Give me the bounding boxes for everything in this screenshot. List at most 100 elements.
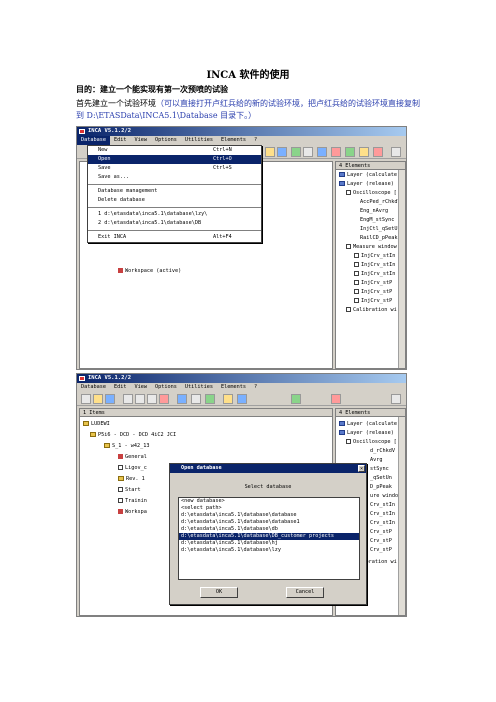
workspace-row[interactable]: Workspace (active)	[118, 268, 181, 275]
menu-database[interactable]: Database	[77, 136, 110, 145]
element-row[interactable]: InjCrv_stP	[354, 289, 392, 296]
element-row[interactable]: _qSetUn	[370, 475, 392, 482]
tree-row[interactable]: Start	[118, 487, 141, 494]
database-list-item[interactable]: d:\etasdata\inca5.1\database\database1	[179, 519, 359, 526]
open-folder-icon[interactable]	[93, 394, 103, 404]
menu-item-exit[interactable]: Exit INCA Alt+F4	[88, 233, 261, 242]
element-row[interactable]: AccPed_rChkdV	[360, 199, 401, 206]
element-row[interactable]: D_pPeak	[370, 484, 392, 491]
menu-item-open[interactable]: Open Ctrl+O	[88, 155, 261, 164]
element-row[interactable]: InjCrv_stIn	[354, 253, 395, 260]
database-list-item[interactable]: d:\etasdata\inca5.1\database\hj	[179, 540, 359, 547]
toolbar-icon[interactable]	[359, 147, 369, 157]
element-row[interactable]: InjCrv_stIn	[354, 271, 395, 278]
menu-item-new[interactable]: New Ctrl+N	[88, 146, 261, 155]
toolbar-icon[interactable]	[191, 394, 201, 404]
toolbar-icon[interactable]	[265, 147, 275, 157]
menu-item-save-as[interactable]: Save as...	[88, 173, 261, 182]
element-row[interactable]: stSync	[370, 466, 389, 473]
toolbar-icon[interactable]	[237, 394, 247, 404]
element-row[interactable]: d_rChkdV	[370, 448, 395, 455]
toolbar-icon[interactable]	[177, 394, 187, 404]
tree-row[interactable]: General	[118, 454, 147, 461]
menu-view[interactable]: View	[131, 383, 152, 392]
element-row[interactable]: Layer (calculate)	[339, 421, 400, 428]
element-row[interactable]: Measure window	[346, 244, 397, 251]
toolbar-icon[interactable]	[317, 147, 327, 157]
menu-elements[interactable]: Elements	[217, 383, 250, 392]
element-row[interactable]: Layer (release)	[339, 181, 394, 188]
cancel-button[interactable]: Cancel	[286, 587, 324, 598]
tree-row[interactable]: Ligov_c	[118, 465, 147, 472]
element-row[interactable]: Crv_stIn	[370, 520, 395, 527]
element-row[interactable]: Avrg	[370, 457, 383, 464]
element-row[interactable]: Crv_stIn	[370, 511, 395, 518]
help-icon[interactable]	[391, 147, 401, 157]
element-row[interactable]: Crv_stP	[370, 538, 392, 545]
toolbar-icon[interactable]	[205, 394, 215, 404]
menu-help[interactable]: ?	[250, 383, 261, 392]
copy-icon[interactable]	[135, 394, 145, 404]
toolbar-icon[interactable]	[345, 147, 355, 157]
menu-elements[interactable]: Elements	[217, 136, 250, 145]
menu-item-recent-2[interactable]: 2 d:\etasdata\inca5.1\database\DB	[88, 219, 261, 228]
tree-row[interactable]: Rev. 1	[118, 476, 145, 483]
menu-edit[interactable]: Edit	[110, 383, 131, 392]
element-row[interactable]: Crv_stP	[370, 547, 392, 554]
toolbar-icon[interactable]	[291, 147, 301, 157]
element-row[interactable]: Crv_stIn	[370, 502, 395, 509]
tree-row[interactable]: P5i6 - DCD - DCD 4iC2 JCI	[90, 432, 176, 439]
element-row[interactable]: InjCrv_stIn	[354, 262, 395, 269]
element-row[interactable]: Layer (release)	[339, 430, 394, 437]
database-list-item[interactable]: d:\etasdata\inca5.1\database\database	[179, 512, 359, 519]
toolbar-icon[interactable]	[373, 147, 383, 157]
toolbar-icon[interactable]	[291, 394, 301, 404]
save-icon[interactable]	[105, 394, 115, 404]
toolbar-icon[interactable]	[331, 147, 341, 157]
menu-options[interactable]: Options	[151, 383, 181, 392]
element-row[interactable]: Calibration wi	[346, 307, 397, 314]
element-row[interactable]: Eng_nAvrg	[360, 208, 388, 215]
menu-item-recent-1[interactable]: 1 d:\etasdata\inca5.1\database\lzy\	[88, 210, 261, 219]
help-icon[interactable]	[391, 394, 401, 404]
element-row[interactable]: Oscilloscope [	[346, 190, 397, 197]
tree-row[interactable]: S_1 - w42_13	[104, 443, 149, 450]
menu-utilities[interactable]: Utilities	[181, 136, 217, 145]
tree-row[interactable]: Workspa	[118, 509, 147, 516]
close-icon[interactable]: ×	[358, 465, 365, 472]
ok-button[interactable]: OK	[200, 587, 238, 598]
cut-icon[interactable]	[123, 394, 133, 404]
new-file-icon[interactable]	[81, 394, 91, 404]
menu-view[interactable]: View	[131, 136, 152, 145]
element-row[interactable]: InjCrv_stP	[354, 280, 392, 287]
element-row[interactable]: RailCD_pPeak	[360, 235, 397, 242]
element-row[interactable]: Oscilloscope [	[346, 439, 397, 446]
element-row[interactable]: EngM_stSync	[360, 217, 394, 224]
elements-scrollbar[interactable]	[398, 170, 405, 368]
element-row[interactable]: Crv_stP	[370, 529, 392, 536]
menu-item-database-management[interactable]: Database management	[88, 187, 261, 196]
element-row[interactable]: ure windo	[370, 493, 398, 500]
paste-icon[interactable]	[147, 394, 157, 404]
database-list-item[interactable]: d:\etasdata\inca5.1\database\db	[179, 526, 359, 533]
tree-row[interactable]: Trainin	[118, 498, 147, 505]
menu-item-save[interactable]: Save Ctrl+S	[88, 164, 261, 173]
toolbar-icon[interactable]	[303, 147, 313, 157]
database-list-item-selected[interactable]: d:\etasdata\inca5.1\database\DB_customer…	[179, 533, 359, 540]
toolbar-icon[interactable]	[223, 394, 233, 404]
menu-help[interactable]: ?	[250, 136, 261, 145]
menu-database[interactable]: Database	[77, 383, 110, 392]
tree-row[interactable]: LUDEWI	[83, 421, 110, 428]
menu-utilities[interactable]: Utilities	[181, 383, 217, 392]
menu-options[interactable]: Options	[151, 136, 181, 145]
database-list-item[interactable]: <select path>	[179, 505, 359, 512]
database-list-item[interactable]: d:\etasdata\inca5.1\database\lzy	[179, 547, 359, 554]
menu-item-delete-database[interactable]: Delete database	[88, 196, 261, 205]
toolbar-icon[interactable]	[277, 147, 287, 157]
menu-edit[interactable]: Edit	[110, 136, 131, 145]
delete-icon[interactable]	[159, 394, 169, 404]
element-row[interactable]: Layer (calculate)	[339, 172, 400, 179]
database-list-item[interactable]: <new database>	[179, 498, 359, 505]
elements-scrollbar[interactable]	[398, 417, 405, 615]
element-row[interactable]: InjCrv_stP	[354, 298, 392, 305]
